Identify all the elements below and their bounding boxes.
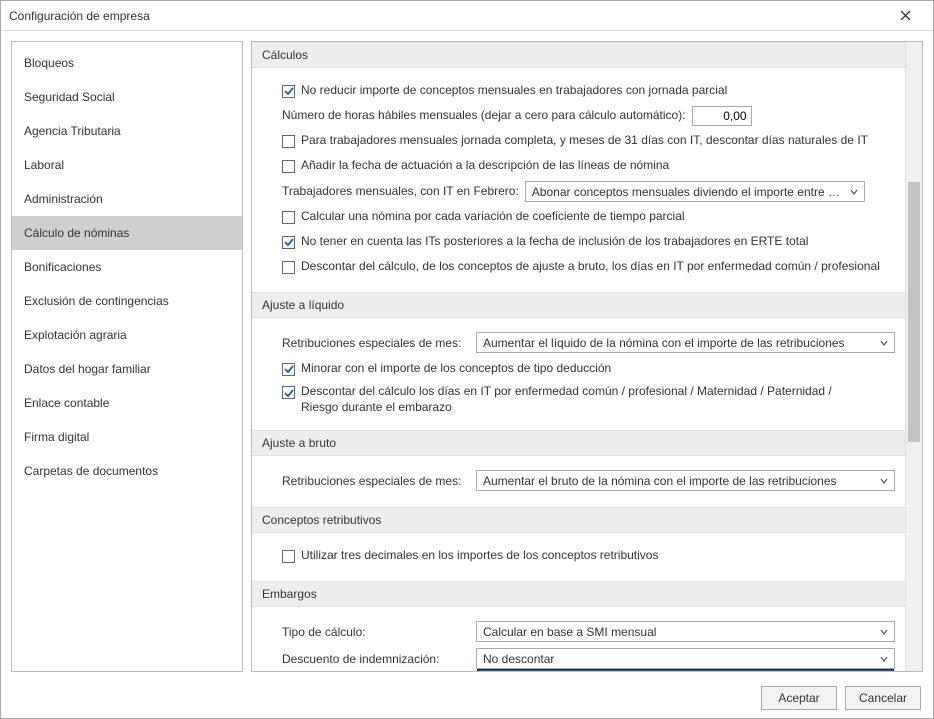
sidebar-item-label: Datos del hogar familiar	[24, 362, 151, 376]
titlebar: Configuración de empresa	[1, 1, 933, 31]
dropdown-option[interactable]: No descontar	[478, 670, 893, 671]
section-body-ajuste-bruto: Retribuciones especiales de mes: Aumenta…	[252, 456, 905, 507]
sidebar-item-label: Cálculo de nóminas	[24, 226, 129, 240]
label-calcular-variacion: Calcular una nómina por cada variación d…	[301, 209, 685, 225]
label-no-reducir: No reducir importe de conceptos mensuale…	[301, 83, 727, 99]
vertical-scrollbar[interactable]	[905, 42, 922, 671]
checkbox-descontar-dias[interactable]	[282, 386, 295, 399]
section-header-ajuste-liquido: Ajuste a líquido	[252, 292, 905, 318]
select-it-febrero[interactable]: Abonar conceptos mensuales diviendo el i…	[525, 181, 865, 202]
select-tipo-calculo-value: Calcular en base a SMI mensual	[483, 625, 656, 639]
select-descuento-indemnizacion[interactable]: No descontar No descontar Descontar apli…	[476, 648, 895, 669]
label-descontar-dias: Descontar del cálculo los días en IT por…	[301, 384, 841, 415]
select-tipo-calculo[interactable]: Calcular en base a SMI mensual	[476, 621, 895, 642]
chevron-down-icon	[846, 185, 862, 199]
label-retribuciones-bruto: Retribuciones especiales de mes:	[282, 474, 464, 488]
sidebar-item-label: Carpetas de documentos	[24, 464, 158, 478]
sidebar-item-calculo-nominas[interactable]: Cálculo de nóminas	[12, 216, 242, 250]
chevron-down-icon	[876, 336, 892, 350]
sidebar-item-datos-hogar[interactable]: Datos del hogar familiar	[12, 352, 242, 386]
sidebar-item-label: Administración	[24, 192, 103, 206]
label-descontar-calculo: Descontar del cálculo, de los conceptos …	[301, 259, 880, 275]
section-body-conceptos: Utilizar tres decimales en los importes …	[252, 533, 905, 581]
sidebar-item-administracion[interactable]: Administración	[12, 182, 242, 216]
checkbox-descontar-calculo[interactable]	[282, 261, 295, 274]
select-descuento-value: No descontar	[483, 652, 554, 666]
label-descuento-indemnizacion: Descuento de indemnización:	[282, 652, 464, 666]
content-wrap: Cálculos No reducir importe de conceptos…	[251, 41, 923, 672]
select-retribuciones-bruto-value: Aumentar el bruto de la nómina con el im…	[483, 474, 837, 488]
accept-button[interactable]: Aceptar	[761, 686, 837, 710]
scrollbar-thumb[interactable]	[908, 182, 920, 442]
sidebar-item-label: Firma digital	[24, 430, 89, 444]
accept-button-label: Aceptar	[778, 691, 819, 705]
sidebar: Bloqueos Seguridad Social Agencia Tribut…	[11, 41, 243, 672]
sidebar-item-exclusion-contingencias[interactable]: Exclusión de contingencias	[12, 284, 242, 318]
sidebar-item-label: Agencia Tributaria	[24, 124, 121, 138]
sidebar-item-agencia-tributaria[interactable]: Agencia Tributaria	[12, 114, 242, 148]
sidebar-item-firma-digital[interactable]: Firma digital	[12, 420, 242, 454]
checkbox-tres-decimales[interactable]	[282, 550, 295, 563]
label-no-tener-its: No tener en cuenta las ITs posteriores a…	[301, 234, 808, 250]
chevron-down-icon	[876, 625, 892, 639]
checkbox-para-trabajadores[interactable]	[282, 135, 295, 148]
input-horas-habiles[interactable]	[692, 106, 752, 126]
checkbox-calcular-variacion[interactable]	[282, 211, 295, 224]
label-it-febrero: Trabajadores mensuales, con IT en Febrer…	[282, 184, 519, 200]
chevron-down-icon	[876, 652, 892, 666]
section-header-conceptos: Conceptos retributivos	[252, 507, 905, 533]
sidebar-item-label: Explotación agraria	[24, 328, 127, 342]
sidebar-item-label: Enlace contable	[24, 396, 109, 410]
sidebar-item-label: Exclusión de contingencias	[24, 294, 169, 308]
checkbox-no-tener-its[interactable]	[282, 236, 295, 249]
sidebar-item-label: Seguridad Social	[24, 90, 115, 104]
chevron-down-icon	[876, 474, 892, 488]
label-tipo-calculo: Tipo de cálculo:	[282, 625, 464, 639]
sidebar-item-carpetas-documentos[interactable]: Carpetas de documentos	[12, 454, 242, 488]
close-icon	[900, 10, 911, 21]
sidebar-item-bonificaciones[interactable]: Bonificaciones	[12, 250, 242, 284]
section-header-ajuste-bruto: Ajuste a bruto	[252, 430, 905, 456]
checkbox-anadir-fecha[interactable]	[282, 160, 295, 173]
dialog-footer: Aceptar Cancelar	[1, 678, 933, 718]
select-retribuciones-bruto[interactable]: Aumentar el bruto de la nómina con el im…	[476, 470, 895, 491]
label-tres-decimales: Utilizar tres decimales en los importes …	[301, 548, 658, 564]
sidebar-item-laboral[interactable]: Laboral	[12, 148, 242, 182]
sidebar-item-enlace-contable[interactable]: Enlace contable	[12, 386, 242, 420]
section-header-calculos: Cálculos	[252, 42, 905, 68]
checkbox-no-reducir[interactable]	[282, 85, 295, 98]
sidebar-item-label: Laboral	[24, 158, 64, 172]
sidebar-item-bloqueos[interactable]: Bloqueos	[12, 46, 242, 80]
checkbox-minorar[interactable]	[282, 363, 295, 376]
section-body-calculos: No reducir importe de conceptos mensuale…	[252, 68, 905, 292]
section-header-embargos: Embargos	[252, 581, 905, 607]
window-title: Configuración de empresa	[9, 9, 150, 23]
cancel-button[interactable]: Cancelar	[845, 686, 921, 710]
close-button[interactable]	[885, 4, 925, 28]
select-it-febrero-value: Abonar conceptos mensuales diviendo el i…	[532, 185, 846, 199]
sidebar-item-label: Bloqueos	[24, 56, 74, 70]
label-retribuciones-liquido: Retribuciones especiales de mes:	[282, 336, 464, 350]
label-minorar: Minorar con el importe de los conceptos …	[301, 361, 611, 377]
cancel-button-label: Cancelar	[859, 691, 907, 705]
label-para-trabajadores: Para trabajadores mensuales jornada comp…	[301, 133, 868, 149]
select-retribuciones-liquido[interactable]: Aumentar el líquido de la nómina con el …	[476, 332, 895, 353]
sidebar-item-explotacion-agraria[interactable]: Explotación agraria	[12, 318, 242, 352]
select-retribuciones-liquido-value: Aumentar el líquido de la nómina con el …	[483, 336, 845, 350]
label-horas-habiles: Número de horas hábiles mensuales (dejar…	[282, 108, 686, 124]
dropdown-list-descuento: No descontar Descontar aplicando escala …	[477, 669, 894, 671]
config-window: Configuración de empresa Bloqueos Seguri…	[0, 0, 934, 719]
sidebar-item-seguridad-social[interactable]: Seguridad Social	[12, 80, 242, 114]
section-body-ajuste-liquido: Retribuciones especiales de mes: Aumenta…	[252, 318, 905, 430]
dialog-body: Bloqueos Seguridad Social Agencia Tribut…	[1, 31, 933, 678]
label-anadir-fecha: Añadir la fecha de actuación a la descri…	[301, 158, 669, 174]
sidebar-item-label: Bonificaciones	[24, 260, 101, 274]
content-panel: Cálculos No reducir importe de conceptos…	[252, 42, 905, 671]
section-body-embargos: Tipo de cálculo: Calcular en base a SMI …	[252, 607, 905, 671]
